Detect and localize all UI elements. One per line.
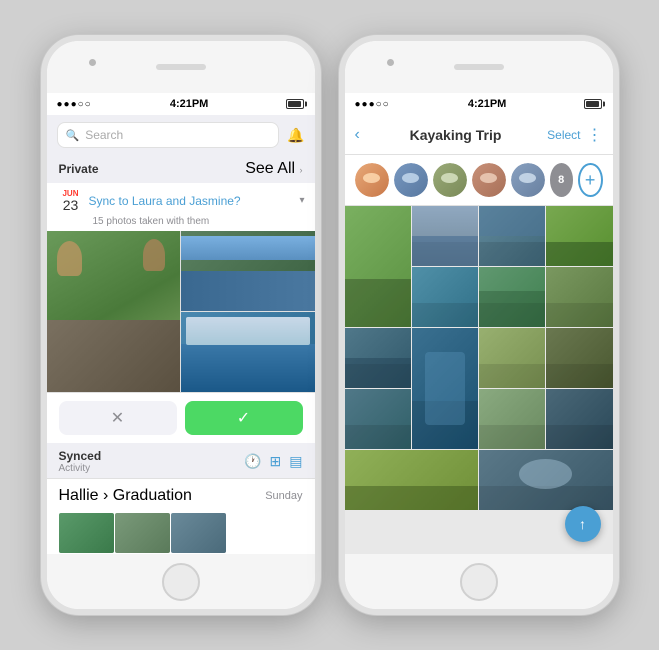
avatar-count-badge[interactable]: 8 xyxy=(550,163,573,197)
time-left: 4:21PM xyxy=(170,98,209,110)
album-thumb-1 xyxy=(59,513,114,553)
more-button[interactable]: ⋮ xyxy=(587,125,603,145)
signal-dots-right: ●●●○○ xyxy=(355,99,390,110)
status-bar-left: ●●●○○ 4:21PM xyxy=(47,93,315,115)
avatar-5[interactable] xyxy=(511,163,545,197)
date-day: 23 xyxy=(57,198,85,212)
grid-icon[interactable]: ⊞ xyxy=(270,453,282,470)
album-arrow-icon: › xyxy=(103,487,108,504)
photo-15[interactable] xyxy=(345,450,479,510)
nav-title: Kayaking Trip xyxy=(364,127,547,143)
photo-2[interactable] xyxy=(412,206,478,266)
photo-5[interactable] xyxy=(412,267,478,327)
photo-8[interactable] xyxy=(345,328,411,388)
photo-6[interactable] xyxy=(479,267,545,327)
photo-grid xyxy=(345,206,613,554)
album-date: Sunday xyxy=(265,490,302,502)
synced-subtitle: Activity xyxy=(59,463,102,474)
photo-11[interactable] xyxy=(546,328,612,388)
suggestion-card: JUN 23 Sync to Laura and Jasmine? ▾ 15 p… xyxy=(47,183,315,443)
avatars-row: 8 + xyxy=(345,155,613,206)
album-thumbnails xyxy=(47,513,315,554)
photo-top-left[interactable] xyxy=(47,231,181,392)
photo-13[interactable] xyxy=(479,389,545,449)
phone-right: ●●●○○ 4:21PM ‹ Kayaking Trip Select ⋮ xyxy=(339,35,619,615)
synced-title: Synced xyxy=(59,449,102,463)
nav-bar: ‹ Kayaking Trip Select ⋮ xyxy=(345,115,613,155)
suggestion-header: JUN 23 Sync to Laura and Jasmine? ▾ xyxy=(47,183,315,216)
status-bar-right: ●●●○○ 4:21PM xyxy=(345,93,613,115)
select-button[interactable]: Select xyxy=(547,128,580,142)
signal-dots: ●●●○○ xyxy=(57,99,92,110)
see-all-chevron-icon: › xyxy=(300,165,303,175)
time-right: 4:21PM xyxy=(468,98,507,110)
date-badge: JUN 23 xyxy=(57,189,85,212)
clock-icon[interactable]: 🕐 xyxy=(244,453,261,470)
photo-16[interactable] xyxy=(479,450,613,510)
photo-12[interactable] xyxy=(345,389,411,449)
search-input-area[interactable]: 🔍 Search xyxy=(57,122,280,148)
add-person-button[interactable]: + xyxy=(578,163,603,197)
photo-7[interactable] xyxy=(546,267,612,327)
home-button-right[interactable] xyxy=(460,563,498,601)
speaker xyxy=(156,64,206,70)
back-button[interactable]: ‹ xyxy=(355,126,360,144)
avatar-3[interactable] xyxy=(433,163,467,197)
photo-9[interactable] xyxy=(412,328,478,449)
search-icon: 🔍 xyxy=(66,129,80,142)
synced-labels: Synced Activity xyxy=(59,449,102,474)
photo-1[interactable] xyxy=(345,206,411,327)
search-placeholder: Search xyxy=(85,128,123,142)
photo-bottom-left[interactable] xyxy=(181,312,315,392)
photo-top-right[interactable] xyxy=(181,231,315,311)
see-all-label[interactable]: See All › xyxy=(245,160,302,178)
screen-left: 🔍 Search 🔔 Private See All › JUN 23 xyxy=(47,115,315,554)
avatar-1[interactable] xyxy=(355,163,389,197)
photo-mosaic: ↑ xyxy=(345,206,613,554)
screen-right: ‹ Kayaking Trip Select ⋮ xyxy=(345,115,613,554)
home-button-left[interactable] xyxy=(162,563,200,601)
photo-3[interactable] xyxy=(479,206,545,266)
share-icon: ↑ xyxy=(579,516,586,532)
battery-left xyxy=(286,99,304,109)
share-fab-button[interactable]: ↑ xyxy=(565,506,601,542)
synced-icons: 🕐 ⊞ ▤ xyxy=(244,453,302,470)
phones-container: ●●●○○ 4:21PM 🔍 Search 🔔 Private See All xyxy=(31,25,629,625)
phone-left: ●●●○○ 4:21PM 🔍 Search 🔔 Private See All xyxy=(41,35,321,615)
avatar-4[interactable] xyxy=(472,163,506,197)
dropdown-arrow-icon[interactable]: ▾ xyxy=(299,195,304,206)
phone-bottom-left xyxy=(47,554,315,609)
photo-4[interactable] xyxy=(546,206,612,266)
decline-button[interactable]: ✕ xyxy=(59,401,177,435)
private-title: Private xyxy=(59,162,99,176)
suggestion-photo-grid: 10› xyxy=(47,231,315,393)
album-from: Hallie › Graduation xyxy=(59,487,192,505)
list-icon[interactable]: ▤ xyxy=(289,453,302,470)
accept-button[interactable]: ✓ xyxy=(185,401,303,435)
action-buttons: ✕ ✓ xyxy=(47,393,315,443)
suggestion-subtitle: 15 photos taken with them xyxy=(47,216,315,231)
photo-10[interactable] xyxy=(479,328,545,388)
avatar-2[interactable] xyxy=(394,163,428,197)
notification-bell-icon[interactable]: 🔔 xyxy=(287,127,304,144)
album-thumb-2 xyxy=(115,513,170,553)
phone-top-right xyxy=(345,41,613,93)
speaker-right xyxy=(454,64,504,70)
album-thumb-3 xyxy=(171,513,226,553)
camera-dot-right xyxy=(387,59,394,66)
phone-bottom-right xyxy=(345,554,613,609)
phone-top-left xyxy=(47,41,315,93)
photo-14[interactable] xyxy=(546,389,612,449)
synced-section-header: Synced Activity 🕐 ⊞ ▤ xyxy=(47,443,315,478)
camera-dot xyxy=(89,59,96,66)
suggestion-title[interactable]: Sync to Laura and Jasmine? xyxy=(89,194,296,208)
album-to: Graduation xyxy=(113,487,192,504)
album-row[interactable]: Hallie › Graduation Sunday xyxy=(47,478,315,513)
battery-right xyxy=(584,99,602,109)
search-bar: 🔍 Search 🔔 xyxy=(47,115,315,155)
private-section-header: Private See All › xyxy=(47,155,315,183)
